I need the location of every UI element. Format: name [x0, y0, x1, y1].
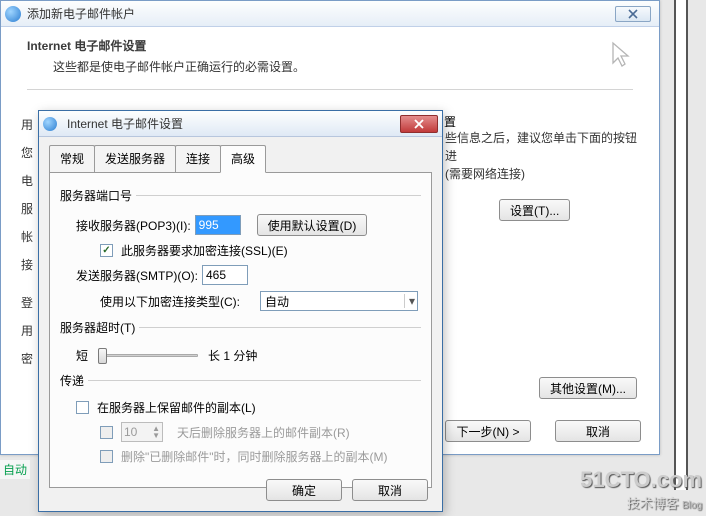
auto-badge: 自动 — [0, 460, 30, 479]
ssl-label: 此服务器要求加密连接(SSL)(E) — [121, 242, 288, 259]
days-spinner: 10 ▲▼ — [121, 422, 163, 442]
delete-when-purged-label: 删除"已删除邮件"时，同时删除服务器上的副本(M) — [121, 448, 388, 465]
dialog-close-button[interactable] — [400, 115, 438, 133]
group-server-ports: 服务器端口号 接收服务器(POP3)(I): 使用默认设置(D) 此服务器要求加… — [60, 187, 421, 315]
test-settings-button[interactable]: 设置(T)... — [499, 199, 570, 221]
ok-button[interactable]: 确定 — [266, 479, 342, 501]
background-hint-text: 些信息之后，建议您单击下面的按钮进 (需要网络连接) — [445, 129, 645, 183]
cancel-button[interactable]: 取消 — [555, 420, 641, 442]
encryption-value: 自动 — [265, 293, 289, 310]
main-titlebar: 添加新电子邮件帐户 — [1, 1, 659, 27]
timeout-short-label: 短 — [76, 347, 88, 364]
tab-advanced[interactable]: 高级 — [220, 145, 266, 173]
pop3-label: 接收服务器(POP3)(I): — [76, 217, 191, 234]
settings-dialog: Internet 电子邮件设置 常规 发送服务器 连接 高级 服务器端口号 接收… — [38, 110, 443, 512]
days-label: 天后删除服务器上的邮件副本(R) — [177, 424, 350, 441]
main-window-title: 添加新电子邮件帐户 — [27, 5, 615, 22]
page-subheading: 这些都是使电子邮件帐户正确运行的必需设置。 — [53, 58, 633, 75]
smtp-port-input[interactable] — [202, 265, 248, 285]
tab-general[interactable]: 常规 — [49, 145, 95, 172]
tab-strip: 常规 发送服务器 连接 高级 — [49, 145, 442, 172]
tab-outgoing[interactable]: 发送服务器 — [94, 145, 176, 172]
encryption-select[interactable]: 自动 ▾ — [260, 291, 418, 311]
delete-when-purged-checkbox — [100, 450, 113, 463]
group-label: 服务器端口号 — [60, 187, 136, 204]
x-icon — [628, 9, 638, 19]
next-button[interactable]: 下一步(N) > — [445, 420, 531, 442]
dialog-footer: 确定 取消 — [266, 479, 428, 501]
group-label: 服务器超时(T) — [60, 319, 139, 336]
cursor-icon — [609, 41, 635, 74]
tab-panel-advanced: 服务器端口号 接收服务器(POP3)(I): 使用默认设置(D) 此服务器要求加… — [49, 172, 432, 488]
remove-after-days-checkbox — [100, 426, 113, 439]
pop3-port-input[interactable] — [195, 215, 241, 235]
globe-icon — [5, 6, 21, 22]
globe-icon — [43, 117, 57, 131]
timeout-long-label: 长 1 分钟 — [208, 347, 257, 364]
tab-connection[interactable]: 连接 — [175, 145, 221, 172]
keep-copy-label: 在服务器上保留邮件的副本(L) — [97, 399, 256, 416]
divider — [27, 89, 633, 90]
use-defaults-button[interactable]: 使用默认设置(D) — [257, 214, 368, 236]
smtp-label: 发送服务器(SMTP)(O): — [76, 267, 198, 284]
close-button[interactable] — [615, 6, 651, 22]
dialog-titlebar: Internet 电子邮件设置 — [39, 111, 442, 137]
encryption-label: 使用以下加密连接类型(C): — [100, 293, 240, 310]
chevron-down-icon: ▾ — [404, 294, 415, 308]
group-delivery: 传递 在服务器上保留邮件的副本(L) 10 ▲▼ 天后删除服务器上的邮件副本(R… — [60, 372, 421, 469]
watermark: 51CTO.com 技术博客 Blog — [580, 467, 702, 512]
page-heading: Internet 电子邮件设置 — [27, 37, 633, 54]
other-settings-button[interactable]: 其他设置(M)... — [539, 377, 637, 399]
keep-copy-checkbox[interactable] — [76, 401, 89, 414]
dialog-cancel-button[interactable]: 取消 — [352, 479, 428, 501]
left-truncated-labels: 用 您 电 服 帐 接 登 用 密 — [21, 111, 33, 373]
group-label: 传递 — [60, 372, 88, 389]
group-timeout: 服务器超时(T) 短 长 1 分钟 — [60, 319, 421, 368]
dialog-title: Internet 电子邮件设置 — [67, 115, 400, 132]
ssl-checkbox[interactable] — [100, 244, 113, 257]
timeout-slider[interactable] — [98, 346, 198, 364]
right-truncated-label: 置 — [444, 113, 456, 130]
background-window-edge — [674, 0, 688, 490]
slider-thumb[interactable] — [98, 348, 107, 364]
x-icon — [414, 119, 424, 129]
